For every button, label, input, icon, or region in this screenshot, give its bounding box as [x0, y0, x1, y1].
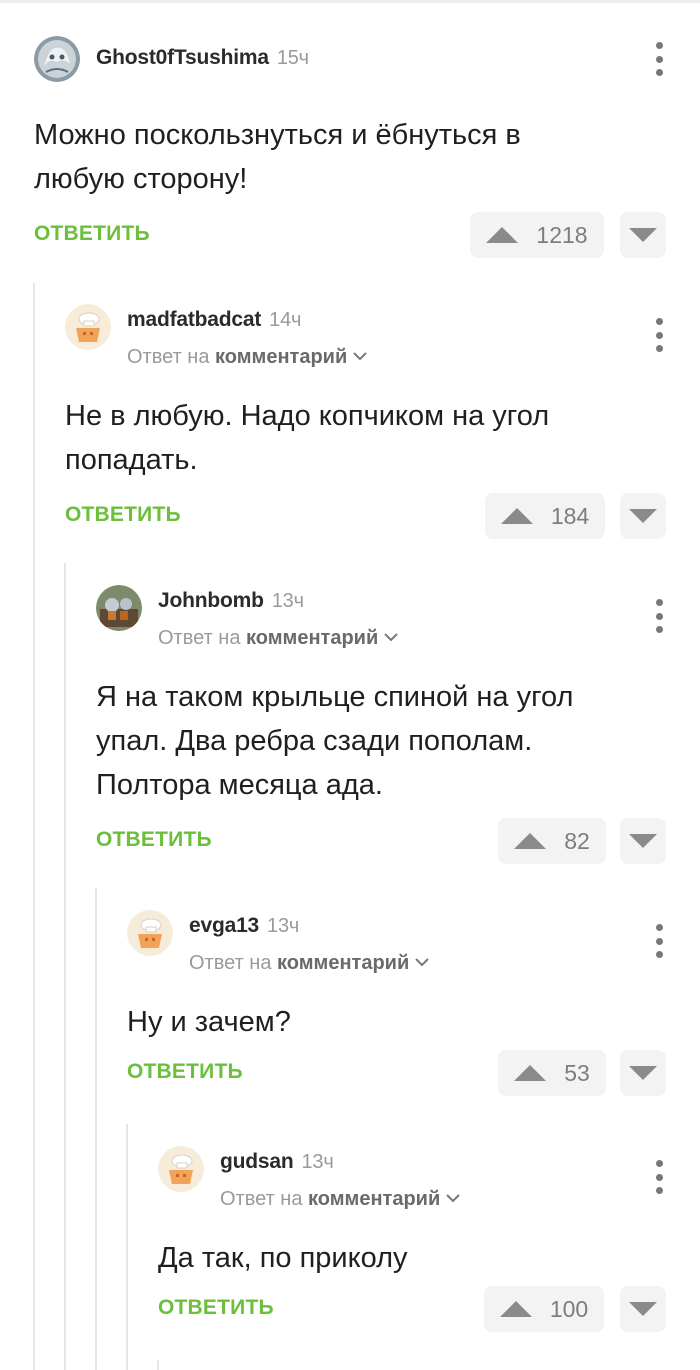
chevron-down-icon — [415, 958, 429, 967]
comment-text: Не в любую. Надо копчиком на угол попада… — [65, 400, 550, 476]
comment-actions: ОТВЕТИТЬ 1218 — [34, 212, 700, 260]
downvote-arrow-icon — [629, 1066, 657, 1080]
thread-line-level-4 — [126, 1124, 128, 1370]
downvote-button[interactable] — [620, 493, 666, 539]
downvote-arrow-icon — [629, 834, 657, 848]
top-divider — [0, 0, 700, 3]
comment-time: 13ч — [267, 915, 300, 937]
comment-time: 14ч — [269, 309, 302, 331]
author-name[interactable]: Johnbomb 13ч — [158, 589, 304, 613]
downvote-arrow-icon — [629, 1302, 657, 1316]
upvote-arrow-icon — [514, 1065, 547, 1081]
comment-time: 15ч — [276, 47, 309, 69]
vote-count: 1218 — [536, 221, 588, 248]
downvote-button[interactable] — [620, 818, 666, 864]
upvote-arrow-icon — [514, 833, 547, 849]
upvote-arrow-icon — [500, 508, 533, 524]
downvote-button[interactable] — [620, 212, 666, 258]
comment: evga13 13ч Ответ на комментарий Ну и заче… — [127, 910, 700, 1098]
comment: madfatbadcat 14ч Ответ на комментарий Не … — [65, 304, 700, 541]
comment-time: 13ч — [301, 1151, 334, 1173]
photo-avatar-icon[interactable] — [96, 585, 142, 631]
reply-button[interactable]: ОТВЕТИТЬ — [127, 1060, 243, 1084]
vote-count: 100 — [549, 1295, 589, 1322]
vote-count: 184 — [550, 502, 590, 529]
more-options-icon[interactable] — [649, 318, 669, 352]
reply-button[interactable]: ОТВЕТИТЬ — [96, 828, 212, 852]
cupcake-avatar-icon[interactable] — [65, 304, 111, 350]
upvote-arrow-icon — [486, 227, 519, 243]
comment-header: Johnbomb 13ч Ответ на комментарий — [96, 585, 700, 649]
reply-button[interactable]: ОТВЕТИТЬ — [158, 1296, 274, 1320]
more-options-icon[interactable] — [649, 599, 669, 633]
reply-to-link[interactable]: Ответ на комментарий — [220, 1188, 460, 1211]
chevron-down-icon — [446, 1194, 460, 1203]
comment-actions: ОТВЕТИТЬ 184 — [65, 493, 700, 541]
reply-button[interactable]: ОТВЕТИТЬ — [34, 222, 150, 246]
upvote-button[interactable]: 82 — [498, 818, 606, 864]
cupcake-avatar-icon[interactable] — [158, 1146, 204, 1192]
vote-count: 53 — [564, 1059, 590, 1086]
comment: gudsan 13ч Ответ на комментарий Да так, п… — [158, 1146, 700, 1334]
comment-actions: ОТВЕТИТЬ 53 — [127, 1050, 700, 1098]
comment-header: gudsan 13ч Ответ на комментарий — [158, 1146, 700, 1210]
comment-time: 13ч — [271, 590, 304, 612]
more-options-icon[interactable] — [649, 42, 669, 76]
reply-to-link[interactable]: Ответ на комментарий — [127, 346, 367, 369]
comment-header: madfatbadcat 14ч Ответ на комментарий — [65, 304, 700, 368]
reply-to-link[interactable]: Ответ на комментарий — [189, 952, 429, 975]
upvote-button[interactable]: 100 — [484, 1286, 604, 1332]
comment-actions: ОТВЕТИТЬ 100 — [158, 1286, 700, 1334]
upvote-arrow-icon — [499, 1301, 532, 1317]
comment-text: Да так, по приколу — [158, 1242, 408, 1274]
author-name[interactable]: evga13 13ч — [189, 914, 299, 938]
comment-text: Ну и зачем? — [127, 1006, 291, 1038]
downvote-arrow-icon — [629, 228, 657, 242]
comment: Ghost0fTsushima 15ч Можно поскользнуться … — [34, 36, 700, 260]
downvote-button[interactable] — [620, 1050, 666, 1096]
more-options-icon[interactable] — [649, 1160, 669, 1194]
chevron-down-icon — [353, 352, 367, 361]
ghost-avatar-icon[interactable] — [34, 36, 80, 82]
upvote-button[interactable]: 184 — [485, 493, 605, 539]
upvote-button[interactable]: 53 — [498, 1050, 606, 1096]
downvote-arrow-icon — [629, 509, 657, 523]
reply-button[interactable]: ОТВЕТИТЬ — [65, 503, 181, 527]
cupcake-avatar-icon[interactable] — [127, 910, 173, 956]
author-name[interactable]: madfatbadcat 14ч — [127, 308, 301, 332]
thread-line-level-2 — [64, 563, 66, 1370]
thread-line-level-5 — [157, 1360, 159, 1370]
comment-text: Я на таком крыльце спиной на угол упал. … — [96, 681, 574, 801]
author-name[interactable]: gudsan 13ч — [220, 1150, 334, 1174]
author-name[interactable]: Ghost0fTsushima 15ч — [96, 46, 309, 70]
reply-to-link[interactable]: Ответ на комментарий — [158, 627, 398, 650]
thread-line-level-3 — [95, 888, 97, 1370]
upvote-button[interactable]: 1218 — [470, 212, 604, 258]
downvote-button[interactable] — [620, 1286, 666, 1332]
comment-actions: ОТВЕТИТЬ 82 — [96, 818, 700, 866]
comment-header: evga13 13ч Ответ на комментарий — [127, 910, 700, 974]
more-options-icon[interactable] — [649, 924, 669, 958]
comment-header: Ghost0fTsushima 15ч — [34, 36, 700, 96]
chevron-down-icon — [384, 633, 398, 642]
vote-count: 82 — [564, 827, 590, 854]
comment: Johnbomb 13ч Ответ на комментарий Я на та… — [96, 585, 700, 866]
comment-text: Можно поскользнуться и ёбнуться в любую … — [34, 119, 521, 195]
thread-line-level-1 — [33, 283, 35, 1370]
